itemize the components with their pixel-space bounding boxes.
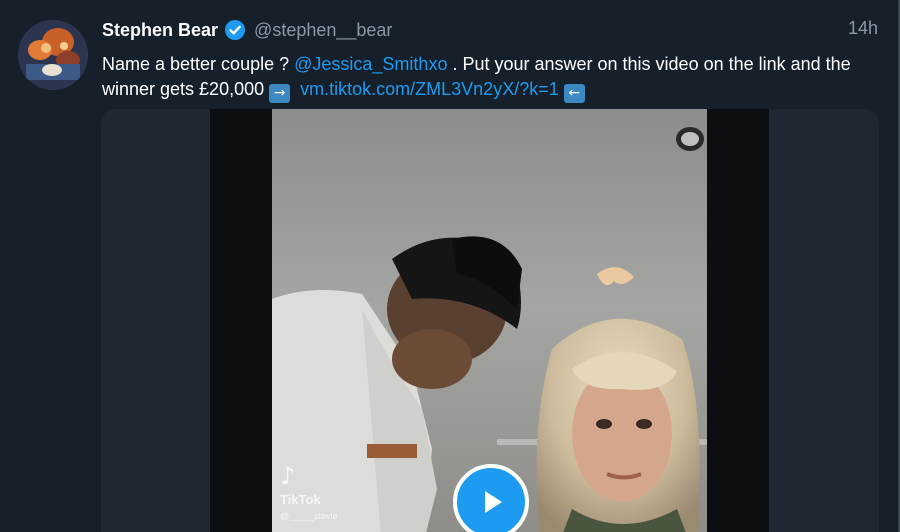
play-icon bbox=[485, 491, 502, 513]
right-arrow-emoji-icon: → bbox=[269, 84, 291, 103]
tiktok-watermark-label: TikTok bbox=[280, 492, 321, 507]
avatar[interactable] bbox=[18, 20, 88, 90]
tiktok-link[interactable]: vm.tiktok.com/ZML3Vn2yX/?k=1 bbox=[300, 79, 559, 99]
mention-link[interactable]: @Jessica_Smithxo bbox=[294, 54, 447, 74]
verified-badge-icon bbox=[224, 19, 246, 41]
user-handle[interactable]: @stephen__bear bbox=[254, 20, 392, 41]
left-arrow-emoji-icon: ← bbox=[563, 84, 585, 103]
tweet[interactable]: Stephen Bear @stephen__bear 14h Name a b… bbox=[0, 0, 900, 532]
letterbox-right bbox=[707, 109, 769, 532]
avatar-image bbox=[18, 20, 88, 90]
video-media[interactable]: ♪ TikTok @_____stevie bbox=[101, 109, 879, 532]
tweet-text-part1: Name a better couple ? bbox=[102, 54, 295, 74]
display-name[interactable]: Stephen Bear bbox=[102, 20, 218, 41]
timestamp[interactable]: 14h bbox=[848, 18, 878, 39]
tweet-header: Stephen Bear @stephen__bear bbox=[102, 16, 392, 44]
letterbox-left bbox=[210, 109, 272, 532]
tiktok-logo-icon: ♪ bbox=[280, 462, 296, 490]
tiktok-watermark: ♪ TikTok @_____stevie bbox=[280, 464, 338, 521]
tiktok-watermark-user: @_____stevie bbox=[280, 511, 338, 521]
tweet-text: Name a better couple ? @Jessica_Smithxo … bbox=[102, 52, 892, 103]
play-button[interactable] bbox=[453, 464, 529, 532]
